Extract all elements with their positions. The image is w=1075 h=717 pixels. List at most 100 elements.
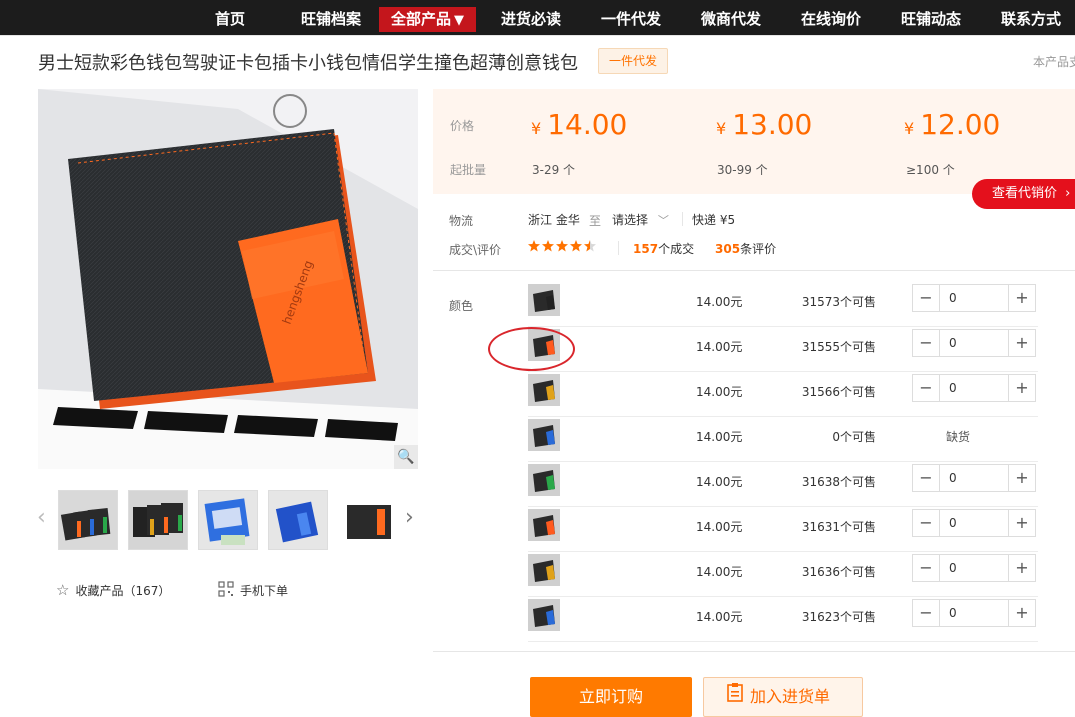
deals-suffix: 个成交 <box>658 242 695 256</box>
quantity-input[interactable]: 0 <box>940 330 1008 356</box>
quantity-stepper: −0 + <box>912 374 1036 402</box>
view-agent-price-button[interactable]: 查看代销价 › <box>972 179 1075 209</box>
thumbnail[interactable] <box>268 490 328 550</box>
quantity-input[interactable]: 0 <box>940 600 1008 626</box>
sku-thumbnail[interactable] <box>528 509 560 541</box>
plus-icon[interactable]: + <box>1008 375 1035 401</box>
minus-icon[interactable]: − <box>913 510 940 536</box>
thumb-wallets-row <box>129 491 187 549</box>
thumbnail[interactable] <box>338 490 398 550</box>
sku-price: 14.00元 <box>696 430 743 444</box>
moq-label: 起批量 <box>450 163 487 177</box>
buy-now-button[interactable]: 立即订购 <box>530 677 692 717</box>
review-suffix: 条评价 <box>740 242 777 256</box>
plus-icon[interactable]: + <box>1008 555 1035 581</box>
quantity-stepper: −0 + <box>912 599 1036 627</box>
moq-range-2: 30-99 个 <box>717 163 768 177</box>
deals-count[interactable]: 157个成交 <box>633 240 694 257</box>
thumb-next-arrow-icon[interactable]: › <box>405 503 414 533</box>
sku-price: 14.00元 <box>696 565 743 579</box>
quantity-stepper: −0 + <box>912 329 1036 357</box>
sku-thumbnail[interactable] <box>528 374 560 406</box>
moq-range-3: ≥100 个 <box>906 163 955 177</box>
sku-thumbnail[interactable] <box>528 464 560 496</box>
sku-price: 14.00元 <box>696 385 743 399</box>
chevron-down-icon: ﹀ <box>657 214 669 227</box>
product-title: 男士短款彩色钱包驾驶证卡包插卡小钱包情侣学生撞色超薄创意钱包 <box>38 53 578 74</box>
minus-icon[interactable]: − <box>913 555 940 581</box>
sku-stock: 31631个可售 <box>801 520 876 534</box>
minus-icon[interactable]: − <box>913 600 940 626</box>
currency-symbol: ¥ <box>531 119 542 138</box>
deals-reviews-label: 成交\评价 <box>449 243 502 257</box>
quantity-stepper: −0 + <box>912 284 1036 312</box>
nav-all-products[interactable]: 全部产品 ▼ <box>379 7 477 32</box>
quantity-stepper: −0 + <box>912 554 1036 582</box>
plus-icon[interactable]: + <box>1008 285 1035 311</box>
dropship-badge[interactable]: 一件代发 <box>598 48 668 74</box>
add-to-cart-button[interactable]: 加入进货单 <box>703 677 863 717</box>
nav-contact[interactable]: 联系方式 <box>1001 7 1061 32</box>
sku-row: 14.00元 31638个可售 −0 + <box>528 462 1038 507</box>
nav-shop-profile[interactable]: 旺铺档案 <box>301 7 361 32</box>
nav-home[interactable]: 首页 <box>215 7 245 32</box>
sku-stock: 31636个可售 <box>801 565 876 579</box>
quantity-input[interactable]: 0 <box>940 285 1008 311</box>
plus-icon[interactable]: + <box>1008 330 1035 356</box>
thumb-prev-arrow-icon[interactable]: ‹ <box>37 503 46 533</box>
sku-stock: 31566个可售 <box>801 385 876 399</box>
thumb-wallet-blue <box>269 491 327 549</box>
sku-thumbnail[interactable] <box>528 554 560 586</box>
quantity-stepper: −0 + <box>912 464 1036 492</box>
thumbnail[interactable] <box>58 490 118 550</box>
add-to-cart-label: 加入进货单 <box>750 687 831 706</box>
minus-icon[interactable]: − <box>913 285 940 311</box>
nav-online-inquiry[interactable]: 在线询价 <box>801 7 861 32</box>
zoom-icon[interactable]: 🔍 <box>394 445 418 469</box>
color-label: 颜色 <box>449 299 474 313</box>
main-product-image[interactable]: V hengsheng 🔍 <box>38 89 418 469</box>
chevron-down-icon: ▼ <box>454 13 465 28</box>
mobile-order-label: 手机下单 <box>240 584 289 598</box>
sku-thumbnail[interactable] <box>528 284 560 316</box>
nav-wechat-dropshipping[interactable]: 微商代发 <box>701 7 761 32</box>
sku-stock: 0个可售 <box>832 430 876 444</box>
nav-buying-guide[interactable]: 进货必读 <box>501 7 561 32</box>
ship-to-label: 至 <box>589 214 602 228</box>
thumbnail[interactable] <box>128 490 188 550</box>
minus-icon[interactable]: − <box>913 465 940 491</box>
review-count[interactable]: 305条评价 <box>715 240 776 257</box>
sku-row: 14.00元 31636个可售 −0 + <box>528 552 1038 597</box>
minus-icon[interactable]: − <box>913 375 940 401</box>
sku-stock: 31623个可售 <box>801 610 876 624</box>
sku-row: 14.00元 31623个可售 −0 + <box>528 597 1038 642</box>
minus-icon[interactable]: − <box>913 330 940 356</box>
review-number: 305 <box>715 242 741 256</box>
sku-row: 14.00元 0个可售 缺货 <box>528 417 1038 462</box>
row-divider <box>528 641 1038 642</box>
plus-icon[interactable]: + <box>1008 510 1035 536</box>
favorite-product-button[interactable]: ☆ 收藏产品（167） <box>56 581 170 599</box>
nav-shop-news[interactable]: 旺铺动态 <box>901 7 961 32</box>
currency-symbol: ¥ <box>716 119 727 138</box>
plus-icon[interactable]: + <box>1008 465 1035 491</box>
sku-stock: 31573个可售 <box>801 295 876 309</box>
nav-dropshipping[interactable]: 一件代发 <box>601 7 661 32</box>
quantity-input[interactable]: 0 <box>940 555 1008 581</box>
destination-select[interactable]: 请选择 ﹀ <box>612 211 669 228</box>
mobile-order-button[interactable]: 手机下单 <box>218 581 288 600</box>
thumb-wallet-orange <box>339 491 397 549</box>
ship-origin: 浙江 金华 <box>528 213 580 227</box>
plus-icon[interactable]: + <box>1008 600 1035 626</box>
quantity-input[interactable]: 0 <box>940 465 1008 491</box>
price-tier-2: ¥13.00 <box>716 108 812 141</box>
sku-thumbnail[interactable] <box>528 419 560 451</box>
thumbnail[interactable] <box>198 490 258 550</box>
quantity-input[interactable]: 0 <box>940 375 1008 401</box>
currency-symbol: ¥ <box>904 119 915 138</box>
sold-out-label: 缺货 <box>946 430 971 444</box>
sku-thumbnail[interactable] <box>528 599 560 631</box>
price-label: 价格 <box>450 119 475 133</box>
price-value: 14.00 <box>547 108 628 141</box>
quantity-input[interactable]: 0 <box>940 510 1008 536</box>
